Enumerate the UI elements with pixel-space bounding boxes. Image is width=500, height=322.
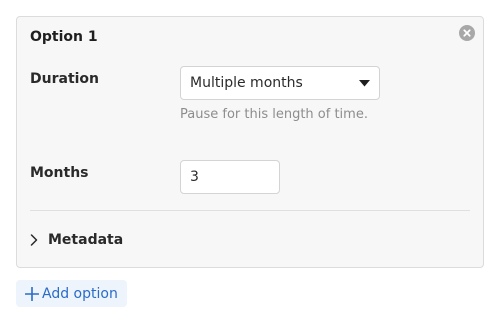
option-card: Option 1 Duration Multiple months Pause … bbox=[16, 16, 484, 268]
add-option-label: Add option bbox=[42, 285, 118, 302]
months-label: Months bbox=[30, 165, 89, 181]
remove-option-button[interactable] bbox=[459, 25, 475, 41]
duration-select[interactable]: Multiple months bbox=[180, 66, 380, 100]
divider bbox=[30, 210, 470, 211]
plus-icon bbox=[25, 286, 39, 301]
chevron-right-icon bbox=[30, 234, 38, 246]
duration-select-value: Multiple months bbox=[190, 75, 303, 91]
close-icon bbox=[463, 29, 471, 37]
duration-help-text: Pause for this length of time. bbox=[180, 107, 368, 122]
duration-label: Duration bbox=[30, 71, 100, 87]
caret-down-icon bbox=[359, 80, 370, 87]
add-option-button[interactable]: Add option bbox=[16, 280, 127, 307]
option-title: Option 1 bbox=[30, 29, 98, 45]
metadata-toggle[interactable]: Metadata bbox=[30, 229, 123, 251]
metadata-label: Metadata bbox=[48, 232, 124, 248]
months-input[interactable] bbox=[180, 160, 280, 194]
